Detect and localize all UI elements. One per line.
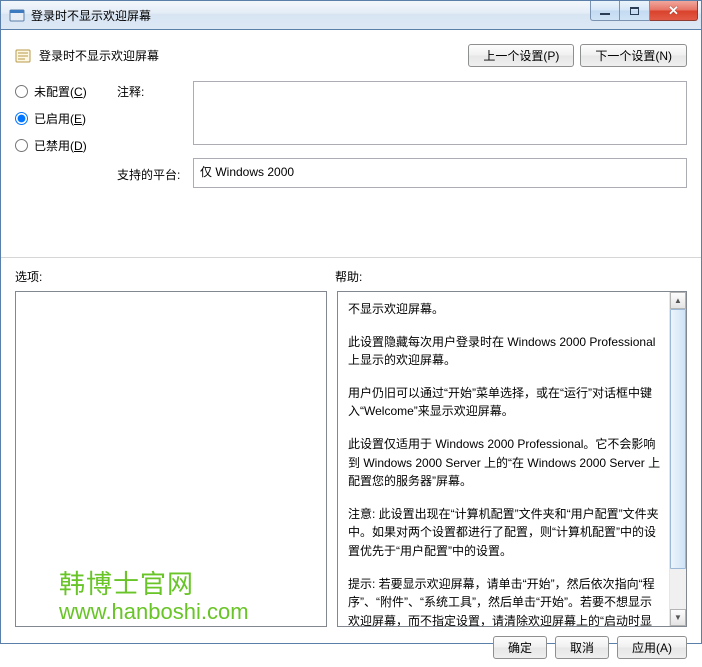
window-title: 登录时不显示欢迎屏幕 [31,7,590,24]
help-scrollbar[interactable]: ▲ ▼ [669,292,686,626]
help-pane: 不显示欢迎屏幕。 此设置隐藏每次用户登录时在 Windows 2000 Prof… [337,291,687,627]
lower-panel: 选项: 帮助: 不显示欢迎屏幕。 此设置隐藏每次用户登录时在 Windows 2… [1,258,701,627]
next-setting-button[interactable]: 下一个设置(N) [580,44,687,67]
ok-button[interactable]: 确定 [493,636,547,659]
help-text: 不显示欢迎屏幕。 此设置隐藏每次用户登录时在 Windows 2000 Prof… [338,292,669,626]
scroll-thumb[interactable] [670,309,686,569]
disabled-label[interactable]: 已禁用(D) [34,137,87,154]
comment-textarea[interactable] [193,81,687,145]
state-radio-group: 未配置(C) 已启用(E) 已禁用(D) [15,81,111,249]
window-controls: ✕ [590,1,698,21]
platform-label: 支持的平台: [117,166,187,183]
policy-icon [15,48,31,64]
help-label: 帮助: [335,268,362,285]
supported-platform-box: 仅 Windows 2000 [193,158,687,188]
title-bar: 登录时不显示欢迎屏幕 ✕ [0,0,702,30]
disabled-radio[interactable] [15,139,28,152]
minimize-button[interactable] [590,1,620,21]
supported-platform-value: 仅 Windows 2000 [200,165,294,179]
scroll-up-button[interactable]: ▲ [670,292,686,309]
dialog-footer: 确定 取消 应用(A) [1,627,701,667]
cancel-button[interactable]: 取消 [555,636,609,659]
upper-panel: 登录时不显示欢迎屏幕 上一个设置(P) 下一个设置(N) 未配置(C) 已启用(… [1,30,701,258]
comment-label: 注释: [117,83,187,100]
options-pane [15,291,327,627]
options-label: 选项: [15,268,335,285]
not-configured-radio[interactable] [15,85,28,98]
policy-title: 登录时不显示欢迎屏幕 [39,47,159,64]
maximize-button[interactable] [620,1,650,21]
app-icon [9,7,25,23]
enabled-radio[interactable] [15,112,28,125]
client-area: 登录时不显示欢迎屏幕 上一个设置(P) 下一个设置(N) 未配置(C) 已启用(… [0,30,702,644]
enabled-label[interactable]: 已启用(E) [34,110,86,127]
previous-setting-button[interactable]: 上一个设置(P) [468,44,574,67]
apply-button[interactable]: 应用(A) [617,636,687,659]
close-button[interactable]: ✕ [650,1,698,21]
scroll-down-button[interactable]: ▼ [670,609,686,626]
not-configured-label[interactable]: 未配置(C) [34,83,87,100]
